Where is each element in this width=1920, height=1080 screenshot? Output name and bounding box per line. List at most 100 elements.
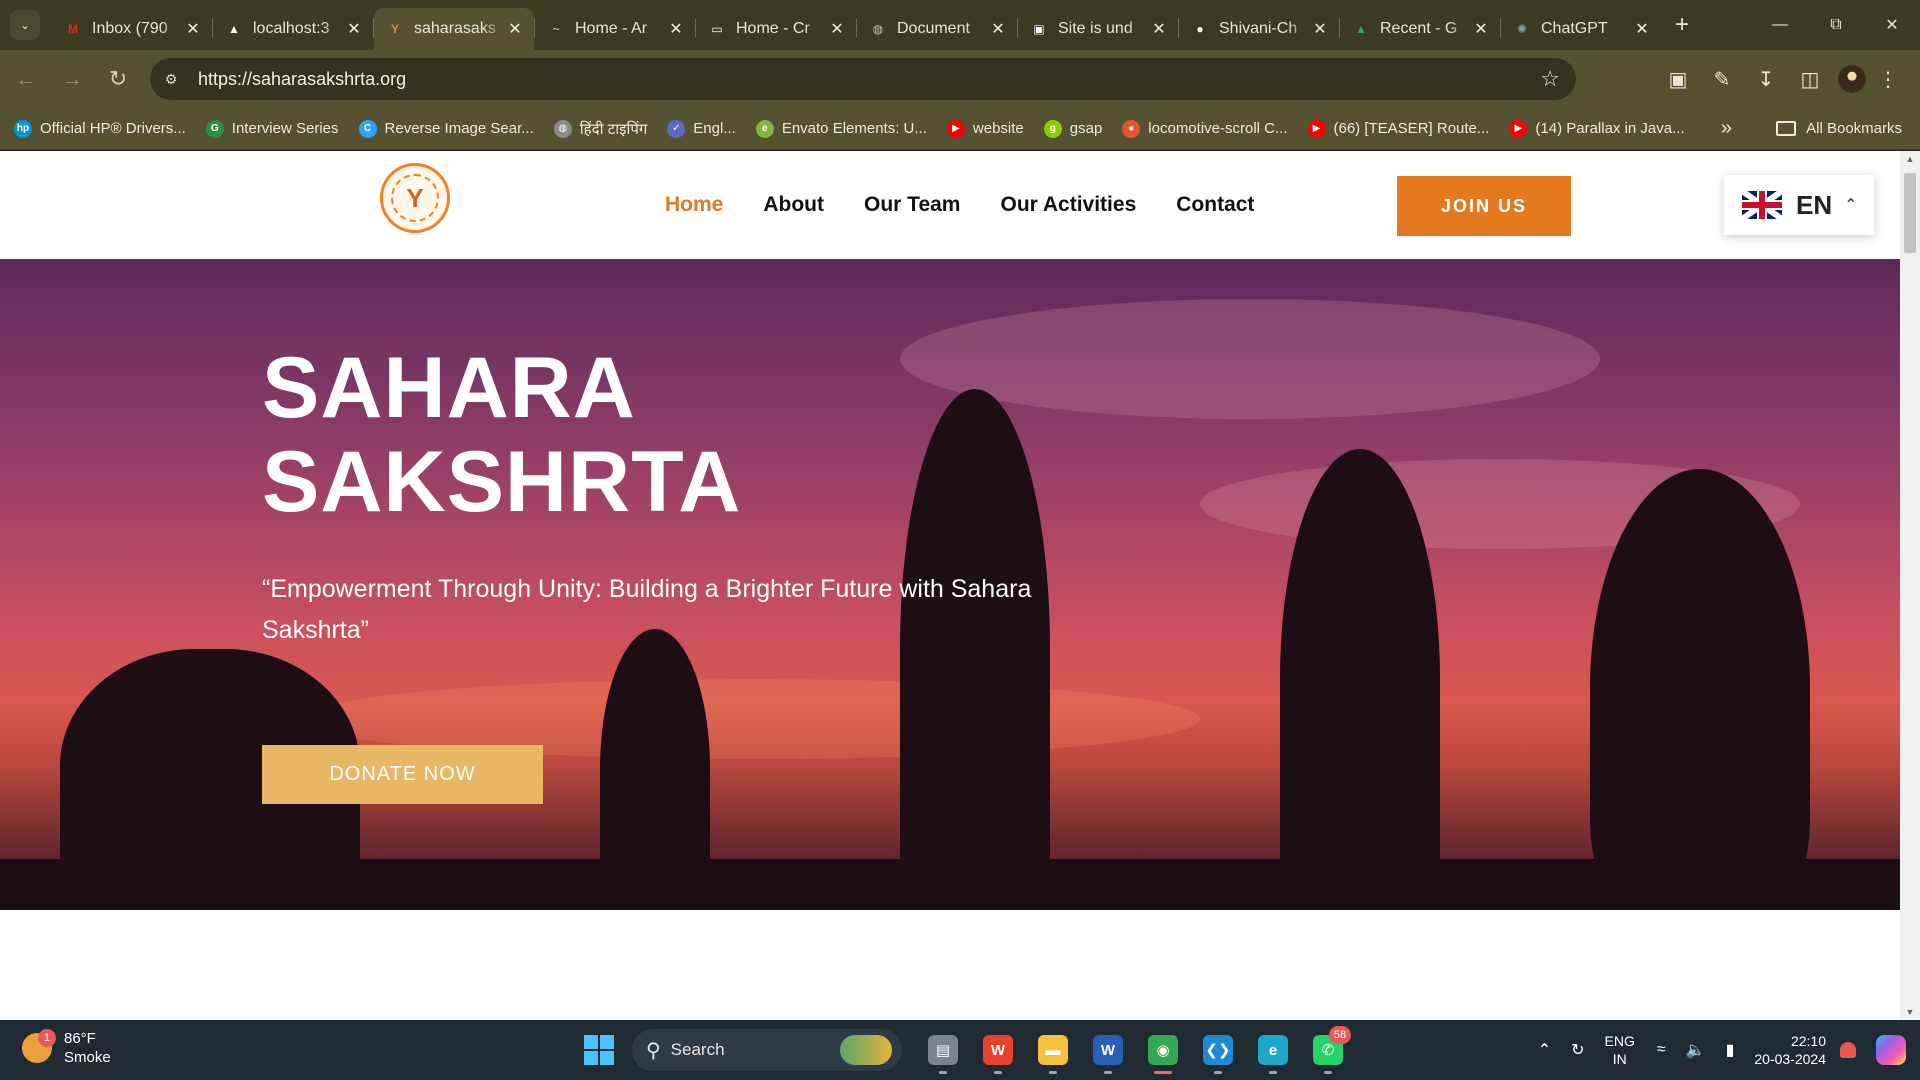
taskbar-app[interactable]: W xyxy=(975,1028,1021,1074)
close-tab-icon[interactable]: ✕ xyxy=(1633,19,1651,39)
nav-our-activities[interactable]: Our Activities xyxy=(1000,193,1136,217)
input-language[interactable]: ENG IN xyxy=(1605,1032,1635,1068)
bookmark-item[interactable]: e Envato Elements: U... xyxy=(755,119,927,138)
bookmark-item[interactable]: hp Official HP® Drivers... xyxy=(14,119,186,138)
bookmark-item[interactable]: ▶ (14) Parallax in Java... xyxy=(1509,119,1685,138)
wifi-icon[interactable]: ≈ xyxy=(1657,1041,1666,1059)
nav-our-team[interactable]: Our Team xyxy=(864,193,960,217)
bookmark-item[interactable]: G Interview Series xyxy=(205,119,339,138)
taskbar-app[interactable]: ◉ xyxy=(1140,1028,1186,1074)
new-tab-button[interactable]: + xyxy=(1675,11,1689,39)
site-icon: ~ xyxy=(552,22,560,36)
bookmark-item[interactable]: ✓ Engl... xyxy=(667,119,736,138)
bookmark-item[interactable]: C Reverse Image Sear... xyxy=(358,119,534,138)
weather-widget[interactable]: 1 86°F Smoke xyxy=(22,1029,111,1067)
envato-icon: e xyxy=(755,119,774,138)
join-us-button[interactable]: JOIN US xyxy=(1397,176,1571,236)
battery-icon[interactable]: ▮ xyxy=(1726,1040,1735,1060)
bookmark-label: locomotive-scroll C... xyxy=(1148,120,1288,137)
taskbar-app[interactable]: ▤ xyxy=(920,1028,966,1074)
nav-about[interactable]: About xyxy=(763,193,824,217)
minimize-icon[interactable]: — xyxy=(1752,0,1808,50)
close-tab-icon[interactable]: ✕ xyxy=(1150,19,1168,39)
bookmark-label: Interview Series xyxy=(231,120,339,137)
bookmark-item[interactable]: ● locomotive-scroll C... xyxy=(1122,119,1288,138)
copilot-icon[interactable] xyxy=(1876,1035,1906,1065)
language-selector[interactable]: EN ⌃ xyxy=(1724,175,1874,235)
browser-tab[interactable]: ▭ Home - Cr ✕ xyxy=(696,8,856,50)
address-bar[interactable]: ⚙ https://saharasakshrta.org ☆ xyxy=(150,58,1576,100)
taskbar-search[interactable]: ⚲ Search xyxy=(632,1029,902,1071)
browser-tab[interactable]: M Inbox (790 ✕ xyxy=(52,8,212,50)
screen-capture-icon[interactable]: ▣ xyxy=(1656,57,1700,101)
close-tab-icon[interactable]: ✕ xyxy=(989,19,1007,39)
download-icon[interactable]: ↧ xyxy=(1744,57,1788,101)
bookmark-item[interactable]: g gsap xyxy=(1043,119,1102,138)
close-tab-icon[interactable]: ✕ xyxy=(184,19,202,39)
close-tab-icon[interactable]: ✕ xyxy=(828,19,846,39)
close-tab-icon[interactable]: ✕ xyxy=(1472,19,1490,39)
restore-icon[interactable]: ⧉ xyxy=(1808,0,1864,50)
clock-date: 20-03-2024 xyxy=(1754,1051,1826,1067)
browser-tab[interactable]: ✺ ChatGPT ✕ xyxy=(1501,8,1661,50)
browser-tab[interactable]: ▲ localhost:3 ✕ xyxy=(213,8,373,50)
close-tab-icon[interactable]: ✕ xyxy=(345,19,363,39)
search-icon: ⚲ xyxy=(646,1039,661,1062)
hero-subtitle: “Empowerment Through Unity: Building a B… xyxy=(262,575,1032,644)
taskbar-app[interactable]: ▬ xyxy=(1030,1028,1076,1074)
site-info-icon[interactable]: ⚙ xyxy=(154,62,188,96)
site-logo[interactable]: Y xyxy=(380,163,450,233)
tab-search-button[interactable]: ⌄ xyxy=(10,10,40,40)
volume-icon[interactable]: 🔈 xyxy=(1686,1040,1706,1060)
profile-avatar[interactable] xyxy=(1838,65,1866,93)
folder-icon xyxy=(1776,121,1797,136)
scroll-thumb[interactable] xyxy=(1904,173,1916,253)
browser-tab[interactable]: Ysaharasaks ✕ xyxy=(374,8,534,50)
forward-icon[interactable]: → xyxy=(52,59,92,99)
url-text[interactable]: https://saharasakshrta.org xyxy=(198,69,406,90)
taskbar-app[interactable]: ✆ 58 xyxy=(1305,1026,1351,1074)
menu-icon[interactable]: ⋮ xyxy=(1866,57,1910,101)
system-tray: ⌃ ↻ ENG IN ≈ 🔈 ▮ 22:10 20-03-2024 xyxy=(1538,1020,1920,1080)
page-icon: ▣ xyxy=(1033,22,1045,36)
scroll-up-icon[interactable]: ▲ xyxy=(1900,151,1920,167)
file-stack-icon: ▤ xyxy=(928,1035,958,1065)
scroll-down-icon[interactable]: ▼ xyxy=(1900,1004,1920,1020)
bookmark-label: Official HP® Drivers... xyxy=(40,120,186,137)
taskbar-app[interactable]: W xyxy=(1085,1028,1131,1074)
browser-tab[interactable]: ◍ Document ✕ xyxy=(857,8,1017,50)
bookmark-star-icon[interactable]: ☆ xyxy=(1540,66,1560,92)
globe-icon: ◍ xyxy=(872,22,884,36)
bookmark-item[interactable]: ▶ website xyxy=(946,119,1024,138)
close-tab-icon[interactable]: ✕ xyxy=(506,19,524,39)
more-bookmarks-icon[interactable]: » xyxy=(1721,117,1732,140)
browser-tab[interactable]: ▣ Site is und ✕ xyxy=(1018,8,1178,50)
weather-sun-icon: 1 xyxy=(22,1029,56,1063)
sync-icon[interactable]: ↻ xyxy=(1571,1040,1584,1060)
all-bookmarks-button[interactable]: All Bookmarks xyxy=(1776,120,1902,137)
taskbar-app[interactable]: e xyxy=(1250,1028,1296,1074)
start-button[interactable] xyxy=(584,1035,614,1065)
nav-contact[interactable]: Contact xyxy=(1176,193,1254,217)
donate-now-button[interactable]: DONATE NOW xyxy=(262,745,543,804)
notification-bell-icon[interactable] xyxy=(1840,1042,1856,1058)
page-scrollbar[interactable]: ▲ ▼ xyxy=(1900,151,1920,1020)
close-window-icon[interactable]: ✕ xyxy=(1864,0,1920,50)
browser-tab[interactable]: ~ Home - Ar ✕ xyxy=(535,8,695,50)
running-indicator xyxy=(1104,1071,1112,1074)
extensions-icon[interactable]: ✎ xyxy=(1700,57,1744,101)
bookmark-item[interactable]: ▶ (66) [TEASER] Route... xyxy=(1307,119,1489,138)
bookmark-item[interactable]: ◍ हिंदी टाइपिंग xyxy=(553,119,647,139)
reload-icon[interactable]: ↻ xyxy=(98,59,138,99)
chevron-up-icon[interactable]: ⌃ xyxy=(1538,1040,1551,1060)
taskbar-app[interactable]: ❮❯ xyxy=(1195,1028,1241,1074)
browser-tab[interactable]: ▲ Recent - G ✕ xyxy=(1340,8,1500,50)
side-panel-icon[interactable]: ◫ xyxy=(1788,57,1832,101)
clock[interactable]: 22:10 20-03-2024 xyxy=(1754,1032,1826,1068)
back-icon[interactable]: ← xyxy=(6,59,46,99)
browser-tab[interactable]: ● Shivani-Ch ✕ xyxy=(1179,8,1339,50)
tab-label: Home - Cr xyxy=(736,20,810,37)
nav-home[interactable]: Home xyxy=(665,193,723,217)
close-tab-icon[interactable]: ✕ xyxy=(1311,19,1329,39)
close-tab-icon[interactable]: ✕ xyxy=(667,19,685,39)
